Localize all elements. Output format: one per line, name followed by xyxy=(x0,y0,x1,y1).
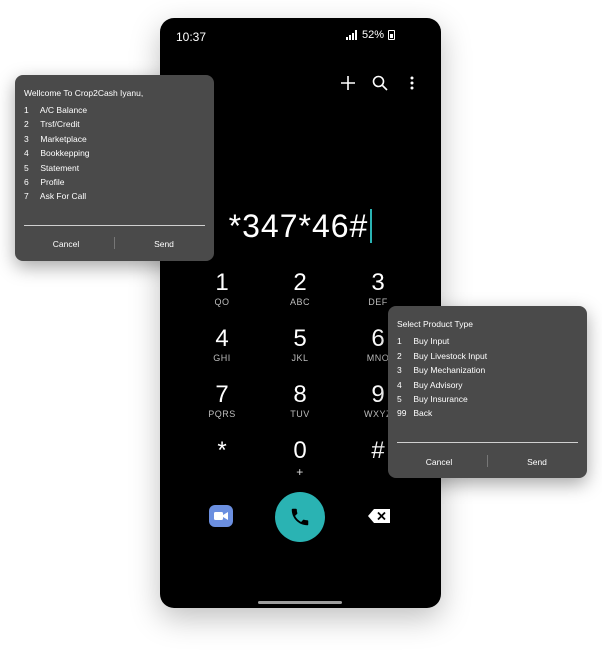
more-options-icon[interactable] xyxy=(403,74,421,92)
button-divider xyxy=(114,237,115,249)
voicemail-icon: QO xyxy=(214,297,230,307)
appbar-actions xyxy=(339,74,421,92)
menu-option: 5 Statement xyxy=(24,163,80,173)
key-3[interactable]: 3 DEF xyxy=(348,269,408,308)
cancel-button[interactable]: Cancel xyxy=(21,239,111,249)
key-2[interactable]: 2 ABC xyxy=(270,269,330,308)
key-letters: + xyxy=(296,465,304,479)
key-4[interactable]: 4 GHI xyxy=(192,325,252,364)
key-letters: TUV xyxy=(290,409,310,419)
key-digit: 8 xyxy=(293,381,307,408)
dialed-number: *347*46# xyxy=(228,208,369,244)
key-star[interactable]: * xyxy=(192,438,252,464)
menu-option: 2 Trsf/Credit xyxy=(24,119,80,129)
signal-icon xyxy=(345,30,358,40)
menu-option: 3 Buy Mechanization xyxy=(397,365,486,375)
reply-input-field[interactable] xyxy=(397,442,578,443)
send-button[interactable]: Send xyxy=(492,457,582,467)
reply-input-field[interactable] xyxy=(24,225,205,226)
key-digit: 7 xyxy=(215,381,229,408)
search-icon[interactable] xyxy=(371,74,389,92)
status-time: 10:37 xyxy=(176,30,207,44)
text-cursor xyxy=(370,209,373,243)
key-digit: * xyxy=(217,437,227,464)
key-digit: 1 xyxy=(215,269,229,296)
cancel-button[interactable]: Cancel xyxy=(394,457,484,467)
menu-option: 99 Back xyxy=(397,408,433,418)
dialog-title: Select Product Type xyxy=(397,319,473,329)
video-camera-icon xyxy=(214,512,228,520)
battery-icon xyxy=(388,30,395,40)
video-call-button[interactable] xyxy=(209,505,233,527)
dialog-title: Wellcome To Crop2Cash Iyanu, xyxy=(24,88,144,98)
menu-option: 6 Profile xyxy=(24,177,65,187)
backspace-icon xyxy=(368,509,390,523)
ussd-menu-dialog-product-type: Select Product Type 1 Buy Input 2 Buy Li… xyxy=(388,306,587,478)
add-icon[interactable] xyxy=(339,74,357,92)
menu-option: 2 Buy Livestock Input xyxy=(397,351,488,361)
home-indicator[interactable] xyxy=(258,601,342,604)
call-button[interactable] xyxy=(275,492,325,542)
key-digit: 4 xyxy=(215,325,229,352)
battery-percent: 52% xyxy=(361,29,384,41)
key-7[interactable]: 7 PQRS xyxy=(192,381,252,420)
key-0[interactable]: 0 + xyxy=(270,437,330,480)
key-letters: JKL xyxy=(291,353,309,363)
menu-option: 4 Buy Advisory xyxy=(397,380,463,390)
key-letters: GHI xyxy=(213,353,231,363)
backspace-button[interactable] xyxy=(368,509,390,523)
menu-option: 3 Marketplace xyxy=(24,134,87,144)
key-letters: PQRS xyxy=(208,409,236,419)
key-digit: 3 xyxy=(371,269,385,296)
key-8[interactable]: 8 TUV xyxy=(270,381,330,420)
key-digit: 0 xyxy=(293,437,307,464)
key-digit: 2 xyxy=(293,269,307,296)
key-5[interactable]: 5 JKL xyxy=(270,325,330,364)
key-digit: 5 xyxy=(293,325,307,352)
menu-option: 5 Buy Insurance xyxy=(397,394,468,404)
dialer-bottom-actions xyxy=(160,492,441,542)
status-icons: 52% xyxy=(345,29,395,41)
key-letters: ABC xyxy=(289,297,310,307)
send-button[interactable]: Send xyxy=(119,239,209,249)
menu-option: 1 A/C Balance xyxy=(24,105,88,115)
menu-option: 4 Bookkepping xyxy=(24,148,90,158)
button-divider xyxy=(487,455,488,467)
key-1[interactable]: 1 QO xyxy=(192,269,252,308)
phone-icon xyxy=(291,508,309,526)
ussd-menu-dialog-main: Wellcome To Crop2Cash Iyanu, 1 A/C Balan… xyxy=(15,75,214,261)
menu-option: 1 Buy Input xyxy=(397,336,450,346)
menu-option: 7 Ask For Call xyxy=(24,191,87,201)
